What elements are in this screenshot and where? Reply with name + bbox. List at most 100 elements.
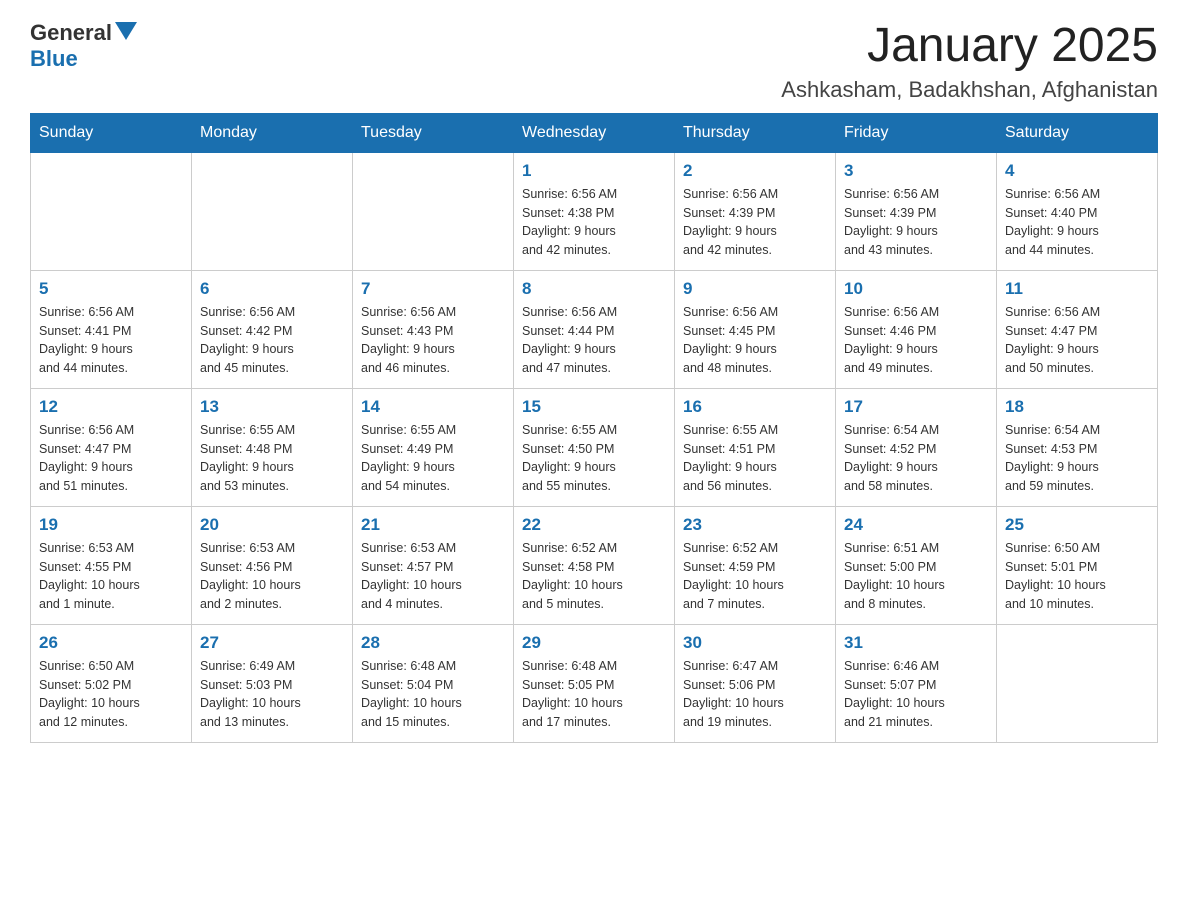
day-number: 2 [683,161,827,181]
day-info: Sunrise: 6:49 AM Sunset: 5:03 PM Dayligh… [200,657,344,732]
day-info: Sunrise: 6:56 AM Sunset: 4:38 PM Dayligh… [522,185,666,260]
calendar-cell: 8 Sunrise: 6:56 AM Sunset: 4:44 PM Daylig… [514,270,675,388]
calendar-cell: 24Sunrise: 6:51 AM Sunset: 5:00 PM Dayli… [836,506,997,624]
day-info: Sunrise: 6:47 AM Sunset: 5:06 PM Dayligh… [683,657,827,732]
calendar-week-row: 26 Sunrise: 6:50 AM Sunset: 5:02 PM Dayli… [31,624,1158,742]
day-number: 4 [1005,161,1149,181]
calendar-cell: 25 Sunrise: 6:50 AM Sunset: 5:01 PM Dayli… [997,506,1158,624]
day-info: Sunrise: 6:46 AM Sunset: 5:07 PM Dayligh… [844,657,988,732]
day-number: 1 [522,161,666,181]
day-of-week-header: Monday [192,113,353,152]
day-of-week-header: Saturday [997,113,1158,152]
calendar-cell: 22 Sunrise: 6:52 AM Sunset: 4:58 PM Dayli… [514,506,675,624]
calendar-cell: 26 Sunrise: 6:50 AM Sunset: 5:02 PM Dayli… [31,624,192,742]
calendar-cell: 14Sunrise: 6:55 AM Sunset: 4:49 PM Dayli… [353,388,514,506]
calendar-cell: 1 Sunrise: 6:56 AM Sunset: 4:38 PM Daylig… [514,152,675,270]
calendar-cell: 4Sunrise: 6:56 AM Sunset: 4:40 PM Daylig… [997,152,1158,270]
day-number: 13 [200,397,344,417]
day-info: Sunrise: 6:56 AM Sunset: 4:47 PM Dayligh… [39,421,183,496]
day-info: Sunrise: 6:56 AM Sunset: 4:44 PM Dayligh… [522,303,666,378]
calendar-cell: 31 Sunrise: 6:46 AM Sunset: 5:07 PM Dayli… [836,624,997,742]
calendar-cell: 19 Sunrise: 6:53 AM Sunset: 4:55 PM Dayli… [31,506,192,624]
day-number: 6 [200,279,344,299]
calendar-cell: 10 Sunrise: 6:56 AM Sunset: 4:46 PM Dayli… [836,270,997,388]
calendar-cell: 29 Sunrise: 6:48 AM Sunset: 5:05 PM Dayli… [514,624,675,742]
calendar-cell: 20 Sunrise: 6:53 AM Sunset: 4:56 PM Dayli… [192,506,353,624]
day-number: 27 [200,633,344,653]
calendar-cell: 30 Sunrise: 6:47 AM Sunset: 5:06 PM Dayli… [675,624,836,742]
location-title: Ashkasham, Badakhshan, Afghanistan [781,77,1158,103]
calendar-cell: 6 Sunrise: 6:56 AM Sunset: 4:42 PM Daylig… [192,270,353,388]
calendar-cell [997,624,1158,742]
day-number: 22 [522,515,666,535]
day-info: Sunrise: 6:53 AM Sunset: 4:56 PM Dayligh… [200,539,344,614]
calendar-cell: 21 Sunrise: 6:53 AM Sunset: 4:57 PM Dayli… [353,506,514,624]
day-number: 23 [683,515,827,535]
day-number: 24 [844,515,988,535]
day-info: Sunrise: 6:56 AM Sunset: 4:45 PM Dayligh… [683,303,827,378]
day-number: 7 [361,279,505,299]
day-info: Sunrise: 6:56 AM Sunset: 4:39 PM Dayligh… [844,185,988,260]
calendar-cell: 28Sunrise: 6:48 AM Sunset: 5:04 PM Dayli… [353,624,514,742]
calendar-cell: 7Sunrise: 6:56 AM Sunset: 4:43 PM Daylig… [353,270,514,388]
calendar-cell: 11Sunrise: 6:56 AM Sunset: 4:47 PM Dayli… [997,270,1158,388]
day-of-week-header: Thursday [675,113,836,152]
day-number: 9 [683,279,827,299]
month-title: January 2025 [781,20,1158,73]
calendar-week-row: 1 Sunrise: 6:56 AM Sunset: 4:38 PM Daylig… [31,152,1158,270]
calendar-cell: 9 Sunrise: 6:56 AM Sunset: 4:45 PM Daylig… [675,270,836,388]
day-number: 16 [683,397,827,417]
day-number: 18 [1005,397,1149,417]
calendar-cell: 15 Sunrise: 6:55 AM Sunset: 4:50 PM Dayli… [514,388,675,506]
day-number: 31 [844,633,988,653]
day-number: 17 [844,397,988,417]
day-info: Sunrise: 6:50 AM Sunset: 5:02 PM Dayligh… [39,657,183,732]
day-number: 28 [361,633,505,653]
day-info: Sunrise: 6:53 AM Sunset: 4:57 PM Dayligh… [361,539,505,614]
day-of-week-header: Sunday [31,113,192,152]
day-number: 15 [522,397,666,417]
calendar-cell: 13Sunrise: 6:55 AM Sunset: 4:48 PM Dayli… [192,388,353,506]
day-info: Sunrise: 6:52 AM Sunset: 4:59 PM Dayligh… [683,539,827,614]
day-number: 25 [1005,515,1149,535]
day-of-week-header: Tuesday [353,113,514,152]
day-info: Sunrise: 6:54 AM Sunset: 4:52 PM Dayligh… [844,421,988,496]
day-info: Sunrise: 6:55 AM Sunset: 4:50 PM Dayligh… [522,421,666,496]
calendar-cell [192,152,353,270]
day-info: Sunrise: 6:54 AM Sunset: 4:53 PM Dayligh… [1005,421,1149,496]
day-number: 26 [39,633,183,653]
title-section: January 2025 Ashkasham, Badakhshan, Afgh… [781,20,1158,103]
day-info: Sunrise: 6:56 AM Sunset: 4:47 PM Dayligh… [1005,303,1149,378]
day-info: Sunrise: 6:56 AM Sunset: 4:42 PM Dayligh… [200,303,344,378]
day-number: 8 [522,279,666,299]
logo-general-text: General [30,20,112,46]
day-number: 30 [683,633,827,653]
logo-triangle-icon [115,22,137,45]
calendar-cell: 17 Sunrise: 6:54 AM Sunset: 4:52 PM Dayli… [836,388,997,506]
day-number: 21 [361,515,505,535]
day-number: 3 [844,161,988,181]
day-number: 12 [39,397,183,417]
calendar-cell [353,152,514,270]
day-number: 14 [361,397,505,417]
day-of-week-header: Friday [836,113,997,152]
day-of-week-header: Wednesday [514,113,675,152]
day-number: 19 [39,515,183,535]
day-number: 10 [844,279,988,299]
calendar-week-row: 19 Sunrise: 6:53 AM Sunset: 4:55 PM Dayli… [31,506,1158,624]
calendar-cell: 3 Sunrise: 6:56 AM Sunset: 4:39 PM Daylig… [836,152,997,270]
day-info: Sunrise: 6:53 AM Sunset: 4:55 PM Dayligh… [39,539,183,614]
day-info: Sunrise: 6:56 AM Sunset: 4:39 PM Dayligh… [683,185,827,260]
day-info: Sunrise: 6:50 AM Sunset: 5:01 PM Dayligh… [1005,539,1149,614]
day-info: Sunrise: 6:48 AM Sunset: 5:05 PM Dayligh… [522,657,666,732]
day-info: Sunrise: 6:55 AM Sunset: 4:51 PM Dayligh… [683,421,827,496]
calendar-cell: 2 Sunrise: 6:56 AM Sunset: 4:39 PM Daylig… [675,152,836,270]
calendar-cell [31,152,192,270]
calendar-week-row: 12 Sunrise: 6:56 AM Sunset: 4:47 PM Dayli… [31,388,1158,506]
day-info: Sunrise: 6:56 AM Sunset: 4:46 PM Dayligh… [844,303,988,378]
day-number: 29 [522,633,666,653]
day-info: Sunrise: 6:52 AM Sunset: 4:58 PM Dayligh… [522,539,666,614]
day-number: 20 [200,515,344,535]
page-header: General Blue January 2025 Ashkasham, Bad… [30,20,1158,103]
calendar-cell: 27 Sunrise: 6:49 AM Sunset: 5:03 PM Dayli… [192,624,353,742]
